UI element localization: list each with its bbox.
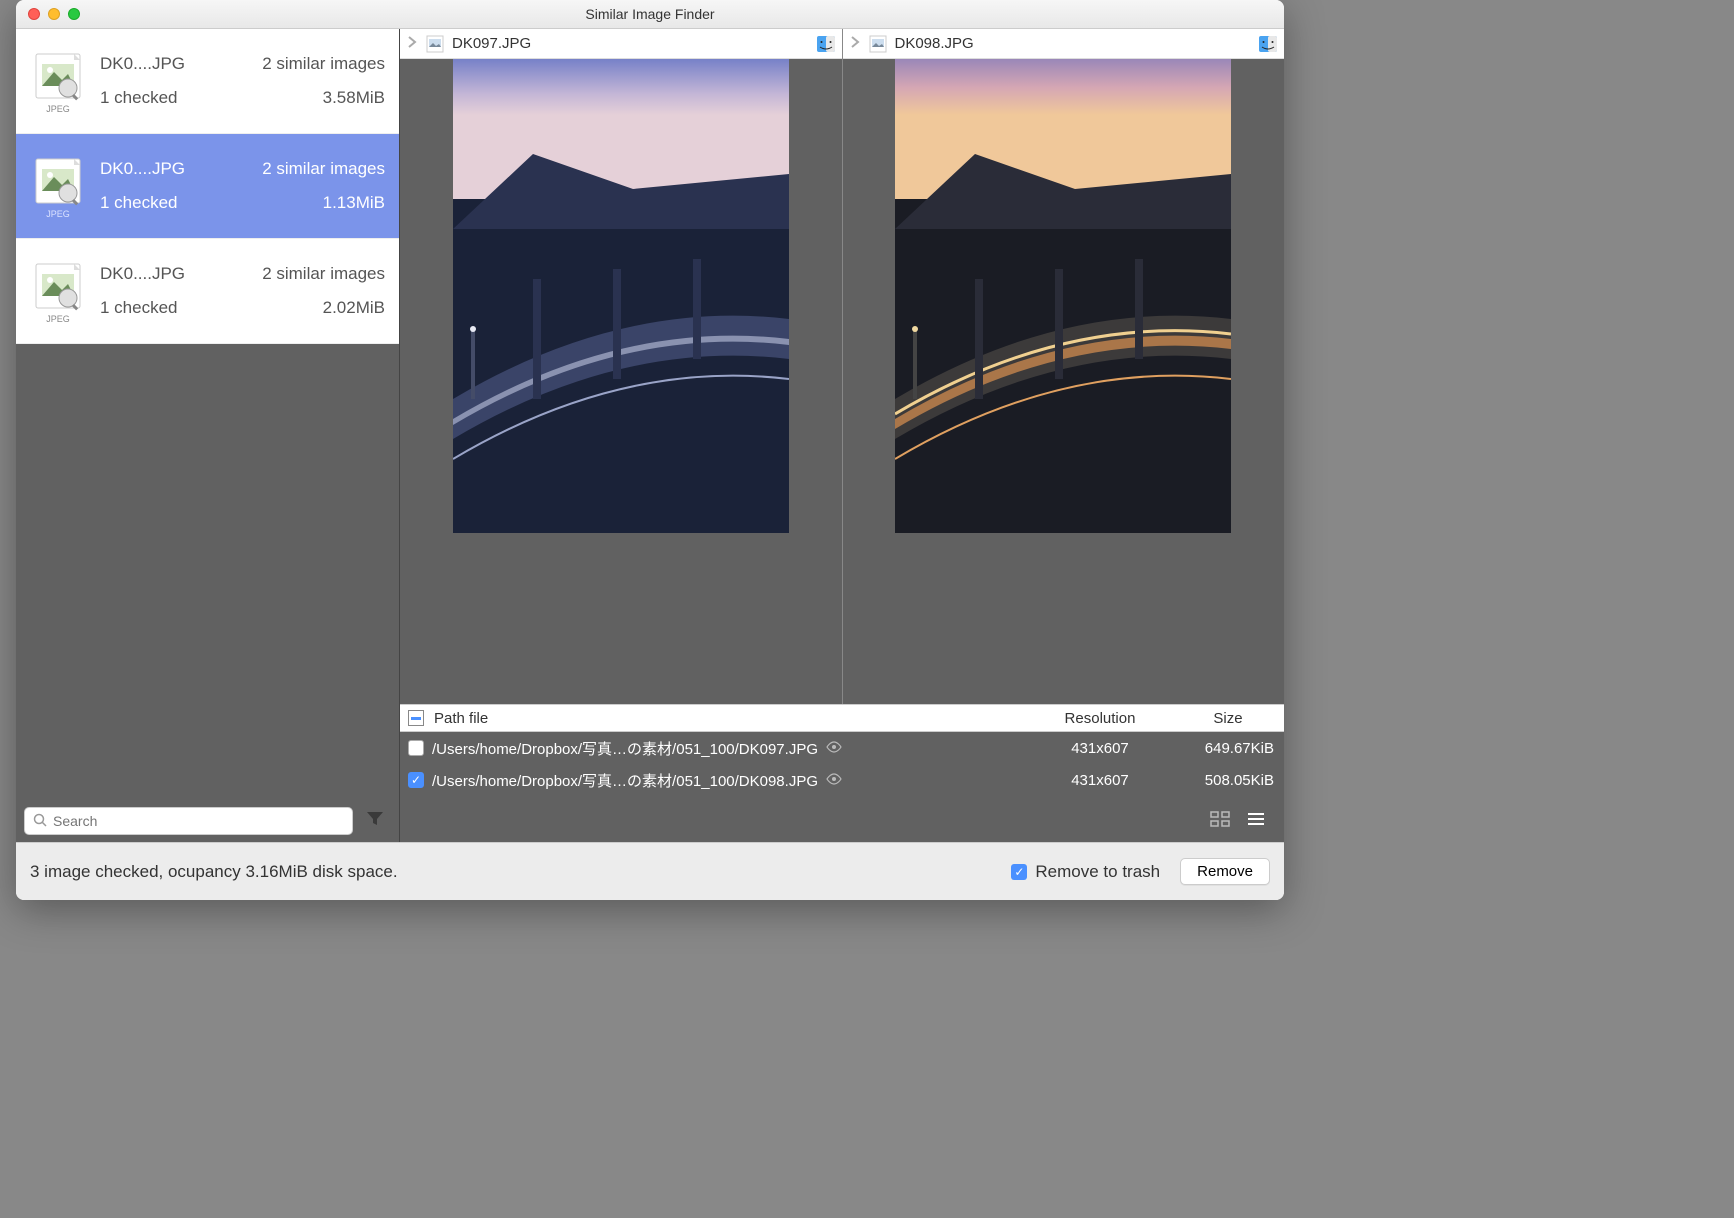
table-header: Path file Resolution Size — [400, 704, 1284, 732]
content: JPEG DK0....JPG 2 similar images 1 checke… — [16, 29, 1284, 842]
checkbox-checked-icon[interactable]: ✓ — [1011, 864, 1027, 880]
maximize-icon[interactable] — [68, 8, 80, 20]
remove-button[interactable]: Remove — [1180, 858, 1270, 885]
row-resolution: 431x607 — [1028, 772, 1172, 789]
table-row[interactable]: /Users/home/Dropbox/写真…の素材/051_100/DK097… — [400, 732, 1284, 764]
row-checkbox-cell[interactable]: ✓ — [400, 772, 432, 788]
minimize-icon[interactable] — [48, 8, 60, 20]
group-size: 1.13MiB — [323, 193, 385, 213]
group-checked: 1 checked — [100, 193, 178, 213]
status-text: 3 image checked, ocupancy 3.16MiB disk s… — [30, 862, 398, 882]
jpeg-file-icon: JPEG — [30, 50, 86, 112]
row-path: /Users/home/Dropbox/写真…の素材/051_100/DK098… — [432, 770, 818, 791]
file-type-label: JPEG — [30, 314, 86, 324]
close-icon[interactable] — [28, 8, 40, 20]
jpeg-file-icon: JPEG — [30, 260, 86, 322]
preview-header: DK098.JPG — [843, 29, 1285, 59]
group-filename: DK0....JPG — [100, 159, 185, 179]
group-filename: DK0....JPG — [100, 264, 185, 284]
chevron-right-icon[interactable] — [406, 35, 418, 52]
sidebar: JPEG DK0....JPG 2 similar images 1 checke… — [16, 29, 400, 842]
indeterminate-checkbox-icon[interactable] — [408, 710, 424, 726]
search-icon — [33, 813, 47, 830]
checkbox-icon[interactable] — [408, 740, 424, 756]
jpeg-file-icon: JPEG — [30, 155, 86, 217]
sidebar-footer — [16, 800, 399, 842]
group-list: JPEG DK0....JPG 2 similar images 1 checke… — [16, 29, 399, 344]
search-input-wrap[interactable] — [24, 807, 353, 835]
group-size: 2.02MiB — [323, 298, 385, 318]
group-item[interactable]: JPEG DK0....JPG 2 similar images 1 checke… — [16, 134, 399, 239]
file-type-label: JPEG — [30, 209, 86, 219]
group-similar: 2 similar images — [262, 54, 385, 74]
preview-filename: DK098.JPG — [895, 35, 974, 52]
titlebar[interactable]: Similar Image Finder — [16, 0, 1284, 29]
group-info: DK0....JPG 2 similar images 1 checked 3.58… — [100, 54, 385, 108]
preview-filename: DK097.JPG — [452, 35, 531, 52]
preview-image[interactable] — [400, 59, 842, 704]
quicklook-icon[interactable] — [826, 740, 842, 756]
row-size: 649.67KiB — [1172, 740, 1284, 757]
group-info: DK0....JPG 2 similar images 1 checked 2.02… — [100, 264, 385, 318]
table-row[interactable]: ✓ /Users/home/Dropbox/写真…の素材/051_100/DK0… — [400, 764, 1284, 796]
row-path-cell: /Users/home/Dropbox/写真…の素材/051_100/DK097… — [432, 738, 1028, 759]
preview-header: DK097.JPG — [400, 29, 842, 59]
chevron-right-icon[interactable] — [849, 35, 861, 52]
group-checked: 1 checked — [100, 298, 178, 318]
reveal-in-finder-icon[interactable] — [1258, 34, 1278, 54]
checkbox-checked-icon[interactable]: ✓ — [408, 772, 424, 788]
group-similar: 2 similar images — [262, 159, 385, 179]
group-item[interactable]: JPEG DK0....JPG 2 similar images 1 checke… — [16, 239, 399, 344]
file-table: Path file Resolution Size /Users/home/Dr… — [400, 704, 1284, 796]
app-window: Similar Image Finder JPEG DK0....JPG 2 si… — [16, 0, 1284, 900]
header-check[interactable] — [400, 710, 432, 726]
row-size: 508.05KiB — [1172, 772, 1284, 789]
image-file-icon — [869, 35, 887, 53]
grid-view-icon[interactable] — [1202, 805, 1238, 833]
reveal-in-finder-icon[interactable] — [816, 34, 836, 54]
remove-to-trash-label: Remove to trash — [1035, 862, 1160, 882]
group-filename: DK0....JPG — [100, 54, 185, 74]
file-type-label: JPEG — [30, 104, 86, 114]
group-info: DK0....JPG 2 similar images 1 checked 1.13… — [100, 159, 385, 213]
group-size: 3.58MiB — [323, 88, 385, 108]
search-input[interactable] — [53, 813, 344, 829]
group-item[interactable]: JPEG DK0....JPG 2 similar images 1 checke… — [16, 29, 399, 134]
row-path: /Users/home/Dropbox/写真…の素材/051_100/DK097… — [432, 738, 818, 759]
window-title: Similar Image Finder — [16, 6, 1284, 22]
header-size[interactable]: Size — [1172, 710, 1284, 727]
preview-pane-right: DK098.JPG — [843, 29, 1285, 704]
footer: 3 image checked, ocupancy 3.16MiB disk s… — [16, 842, 1284, 900]
list-view-icon[interactable] — [1238, 805, 1274, 833]
view-mode-toggle — [400, 796, 1284, 842]
group-checked: 1 checked — [100, 88, 178, 108]
filter-icon[interactable] — [359, 808, 391, 834]
header-path[interactable]: Path file — [432, 710, 1028, 727]
preview-pane-left: DK097.JPG — [400, 29, 843, 704]
table-body: /Users/home/Dropbox/写真…の素材/051_100/DK097… — [400, 732, 1284, 796]
image-file-icon — [426, 35, 444, 53]
remove-to-trash-option[interactable]: ✓ Remove to trash — [1011, 862, 1160, 882]
preview-image[interactable] — [843, 59, 1285, 704]
main-panel: DK097.JPG — [400, 29, 1284, 842]
window-controls — [28, 8, 80, 20]
header-resolution[interactable]: Resolution — [1028, 710, 1172, 727]
group-similar: 2 similar images — [262, 264, 385, 284]
quicklook-icon[interactable] — [826, 772, 842, 788]
row-path-cell: /Users/home/Dropbox/写真…の素材/051_100/DK098… — [432, 770, 1028, 791]
row-resolution: 431x607 — [1028, 740, 1172, 757]
row-checkbox-cell[interactable] — [400, 740, 432, 756]
preview-row: DK097.JPG — [400, 29, 1284, 704]
